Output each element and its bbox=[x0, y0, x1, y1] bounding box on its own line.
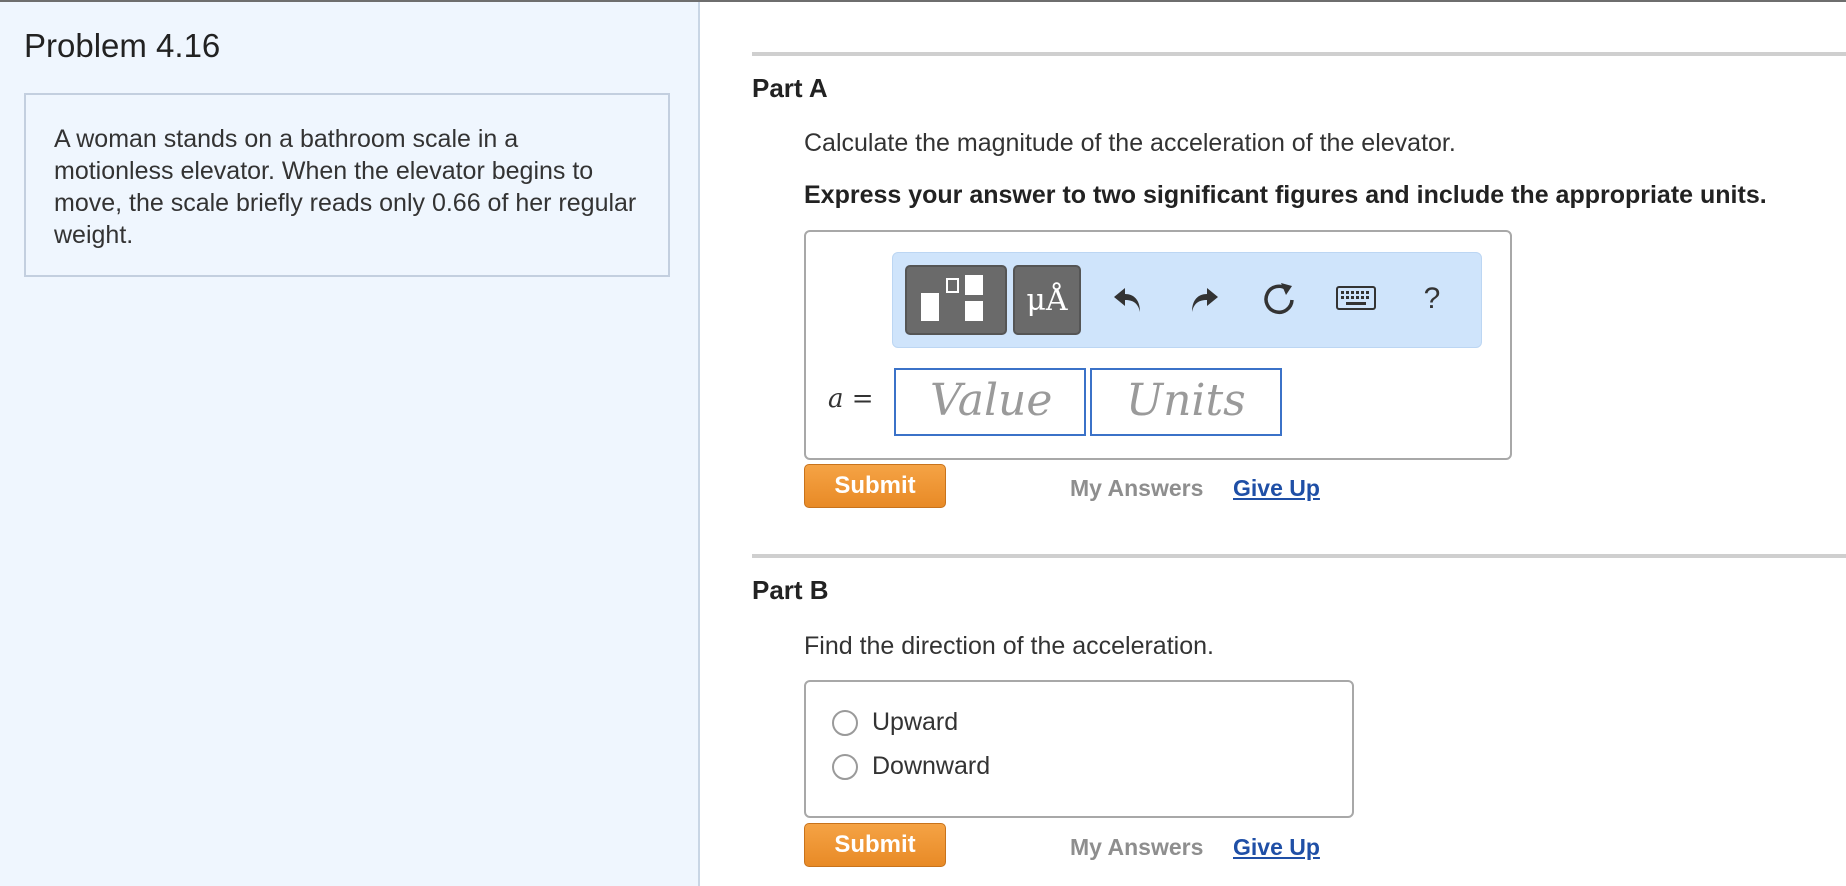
equals-sign: = bbox=[851, 384, 874, 414]
part-a-instruction: Express your answer to two significant f… bbox=[804, 181, 1767, 209]
variable-symbol: a bbox=[828, 384, 844, 414]
part-a-title: Part A bbox=[752, 73, 828, 103]
part-a-my-answers-link[interactable]: My Answers bbox=[1070, 475, 1203, 502]
undo-icon bbox=[1114, 288, 1140, 312]
option-upward-label: Upward bbox=[872, 708, 959, 736]
problem-pane: Problem 4.16 A woman stands on a bathroo… bbox=[0, 2, 700, 886]
help-icon: ? bbox=[1423, 282, 1441, 315]
part-b-divider bbox=[752, 554, 1846, 558]
units-icon: μÅ bbox=[1026, 282, 1068, 318]
reset-icon bbox=[1264, 283, 1294, 314]
option-downward[interactable]: Downward bbox=[832, 752, 990, 781]
problem-statement: A woman stands on a bathroom scale in a … bbox=[24, 93, 670, 277]
part-a-give-up-link[interactable]: Give Up bbox=[1233, 475, 1320, 502]
redo-button[interactable] bbox=[1179, 273, 1229, 325]
part-a-submit-button[interactable]: Submit bbox=[804, 464, 946, 508]
downward-radio[interactable] bbox=[832, 753, 858, 780]
problem-title: Problem 4.16 bbox=[24, 27, 221, 64]
part-a-divider bbox=[752, 52, 1846, 56]
templates-icon bbox=[921, 275, 983, 321]
part-b-question: Find the direction of the acceleration. bbox=[804, 632, 1214, 660]
undo-button[interactable] bbox=[1103, 273, 1153, 325]
templates-button[interactable] bbox=[905, 265, 1007, 335]
answer-pane: Part A Calculate the magnitude of the ac… bbox=[700, 2, 1846, 886]
value-input[interactable]: Value bbox=[894, 368, 1086, 436]
reset-button[interactable] bbox=[1255, 273, 1305, 325]
direction-choices: Upward Downward bbox=[804, 680, 1354, 818]
variable-label: a = bbox=[828, 384, 874, 414]
part-b-title: Part B bbox=[752, 575, 829, 605]
keyboard-button[interactable] bbox=[1331, 273, 1381, 325]
units-input[interactable]: Units bbox=[1090, 368, 1282, 436]
part-a-question: Calculate the magnitude of the accelerat… bbox=[804, 129, 1456, 157]
part-b-submit-button[interactable]: Submit bbox=[804, 823, 946, 867]
keyboard-icon bbox=[1336, 286, 1376, 310]
part-b-give-up-link[interactable]: Give Up bbox=[1233, 834, 1320, 861]
option-downward-label: Downward bbox=[872, 752, 991, 780]
upward-radio[interactable] bbox=[832, 709, 858, 736]
answer-entry-box: μÅ ? a = Value Units bbox=[804, 230, 1512, 460]
redo-icon bbox=[1192, 288, 1218, 312]
math-toolbar: μÅ ? bbox=[892, 252, 1482, 348]
part-b-my-answers-link[interactable]: My Answers bbox=[1070, 834, 1203, 861]
option-upward[interactable]: Upward bbox=[832, 708, 958, 737]
help-button[interactable]: ? bbox=[1407, 273, 1457, 325]
units-button[interactable]: μÅ bbox=[1013, 265, 1081, 335]
